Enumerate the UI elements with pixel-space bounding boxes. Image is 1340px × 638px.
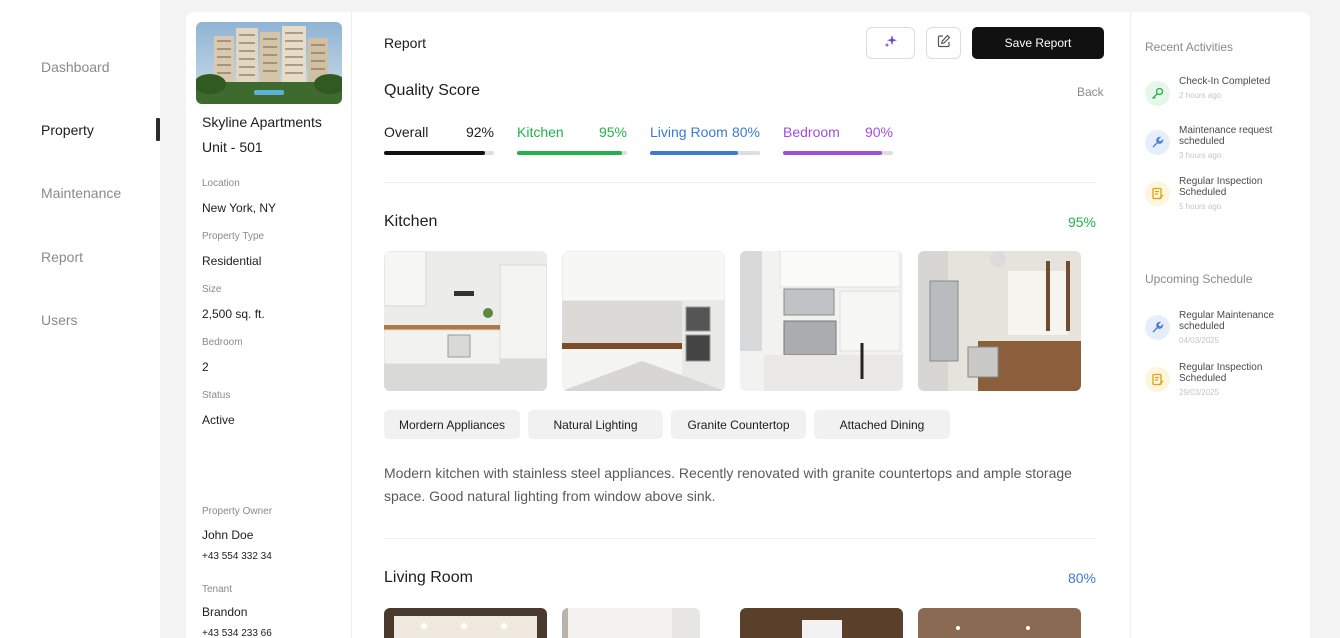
upcoming-schedule-title: Upcoming Schedule [1145, 272, 1253, 286]
living-room-photo-4[interactable] [918, 608, 1081, 638]
ai-sparkle-button[interactable] [866, 27, 915, 59]
property-unit: Unit - 501 [202, 139, 263, 155]
score-overall: Overall 92% [384, 124, 494, 158]
activity-time: 5 hours ago [1179, 202, 1222, 211]
score-bedroom: Bedroom 90% [783, 124, 893, 158]
kitchen-photo-2[interactable] [562, 251, 725, 391]
activity-panel-divider [1130, 12, 1131, 638]
score-percent: 92% [465, 124, 494, 140]
score-bar-fill [517, 151, 622, 155]
score-track [384, 151, 494, 155]
back-link[interactable]: Back [1077, 85, 1104, 99]
key-icon [1145, 81, 1170, 106]
tenant-phone: +43 534 233 66 [202, 628, 272, 638]
property-photo [196, 22, 342, 104]
schedule-title: Regular Inspection Scheduled [1179, 362, 1263, 384]
score-bar-fill [783, 151, 882, 155]
nav-item-report[interactable]: Report [41, 249, 83, 265]
score-bar-fill [384, 151, 486, 155]
score-kitchen: Kitchen 95% [517, 124, 627, 158]
schedule-text: Regular Inspection Scheduled 29/03/2025 [1179, 362, 1297, 398]
activity-time: 3 hours ago [1179, 151, 1222, 160]
activity-text: Check-In Completed 2 hours ago [1179, 76, 1297, 101]
living-room-photo-1[interactable] [384, 608, 547, 638]
kitchen-description: Modern kitchen with stainless steel appl… [384, 465, 1072, 504]
kitchen-photo-4[interactable] [918, 251, 1081, 391]
activity-text: Maintenance request scheduled 3 hours ag… [1179, 125, 1297, 161]
note-icon [1145, 181, 1170, 206]
kitchen-tag: Attached Dining [814, 410, 950, 439]
score-bar-fill [650, 151, 738, 155]
size-label: Size [202, 284, 222, 295]
score-track [783, 151, 893, 155]
schedule-text: Regular Maintenance scheduled 04/03/2025 [1179, 310, 1297, 346]
score-track [650, 151, 760, 155]
owner-phone: +43 554 332 34 [202, 551, 272, 562]
living-room-section-title: Living Room [384, 569, 473, 586]
divider [384, 182, 1096, 183]
property-name: Skyline Apartments [202, 114, 322, 130]
nav-item-maintenance[interactable]: Maintenance [41, 185, 121, 201]
schedule-date: 29/03/2025 [1179, 388, 1220, 397]
tenant-label: Tenant [202, 584, 233, 595]
kitchen-section-title: Kitchen [384, 213, 438, 230]
status-value: Active [202, 413, 235, 427]
score-label: Overall [384, 124, 429, 140]
activity-title: Maintenance request scheduled [1179, 125, 1273, 147]
kitchen-tag: Natural Lighting [528, 410, 663, 439]
score-living-room: Living Room 80% [650, 124, 760, 158]
living-room-photo-3[interactable] [740, 608, 903, 638]
property-type-label: Property Type [202, 231, 265, 242]
kitchen-section-score: 95% [1067, 214, 1096, 230]
tenant-name: Brandon [202, 605, 248, 619]
status-label: Status [202, 390, 231, 401]
property-type-value: Residential [202, 254, 262, 268]
activity-text: Regular Inspection Scheduled 5 hours ago [1179, 176, 1297, 212]
nav-item-property[interactable]: Property [41, 122, 94, 138]
owner-name: John Doe [202, 528, 254, 542]
schedule-date: 04/03/2025 [1179, 336, 1220, 345]
save-report-button[interactable]: Save Report [972, 27, 1104, 59]
report-title: Report [384, 35, 427, 51]
score-track [517, 151, 627, 155]
note-icon [1145, 367, 1170, 392]
wrench-icon [1145, 315, 1170, 340]
left-sidebar: Dashboard Property Maintenance Report Us… [0, 0, 160, 638]
score-percent: 80% [731, 124, 760, 140]
location-value: New York, NY [202, 201, 277, 215]
kitchen-tag: Granite Countertop [671, 410, 806, 439]
owner-label: Property Owner [202, 506, 273, 517]
living-room-section-score: 80% [1067, 570, 1096, 586]
bedroom-label: Bedroom [202, 337, 243, 348]
location-label: Location [202, 178, 240, 189]
nav-item-users[interactable]: Users [41, 312, 78, 328]
score-percent: 90% [864, 124, 893, 140]
property-info-panel [186, 12, 352, 638]
edit-icon [937, 34, 951, 53]
divider [384, 538, 1096, 539]
kitchen-photo-1[interactable] [384, 251, 547, 391]
activity-title: Regular Inspection Scheduled [1179, 176, 1263, 198]
score-label: Living Room [650, 124, 728, 140]
activity-time: 2 hours ago [1179, 91, 1222, 100]
score-label: Kitchen [517, 124, 564, 140]
schedule-title: Regular Maintenance scheduled [1179, 310, 1275, 332]
quality-score-title: Quality Score [384, 82, 481, 99]
kitchen-tag: Mordern Appliances [384, 410, 520, 439]
bedroom-value: 2 [202, 360, 209, 374]
sparkle-icon [884, 34, 898, 53]
kitchen-photo-3[interactable] [740, 251, 903, 391]
score-label: Bedroom [783, 124, 840, 140]
wrench-icon [1145, 130, 1170, 155]
size-value: 2,500 sq. ft. [202, 307, 265, 321]
edit-button[interactable] [926, 27, 961, 59]
living-room-photo-2[interactable] [562, 608, 700, 638]
recent-activities-title: Recent Activities [1145, 40, 1234, 54]
activity-title: Check-In Completed [1179, 76, 1271, 87]
nav-item-dashboard[interactable]: Dashboard [41, 59, 110, 75]
score-percent: 95% [598, 124, 627, 140]
